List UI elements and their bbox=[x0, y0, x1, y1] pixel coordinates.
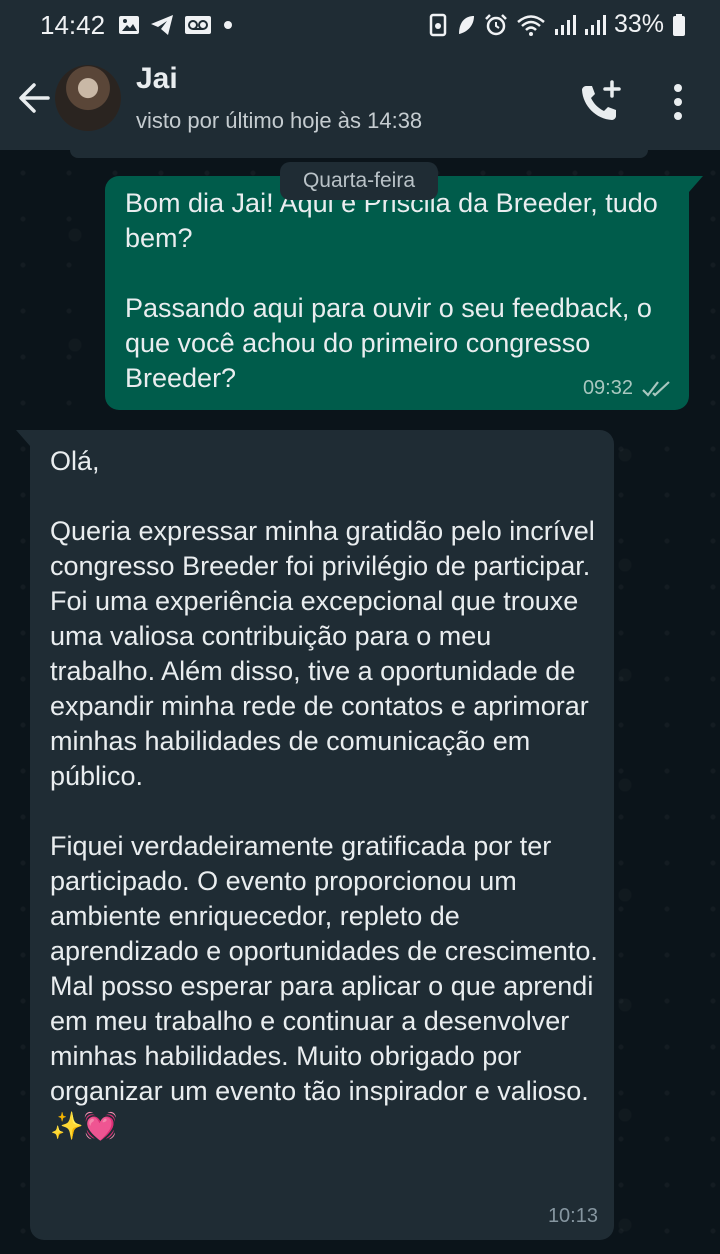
status-right-icons: 33% bbox=[428, 10, 686, 39]
battery-icon bbox=[673, 13, 685, 36]
previous-message-bubble bbox=[70, 150, 648, 158]
status-time: 14:42 bbox=[40, 10, 106, 40]
avatar[interactable] bbox=[55, 65, 121, 131]
voicemail-icon bbox=[185, 16, 211, 34]
status-bar: 14:42 33% bbox=[0, 0, 720, 52]
incoming-message[interactable]: Olá, Queria expressar minha gratidão pel… bbox=[16, 430, 614, 1240]
leaf-icon bbox=[458, 15, 474, 34]
contact-name[interactable]: Jai bbox=[136, 62, 178, 96]
more-vert-icon[interactable] bbox=[664, 78, 692, 126]
chat-area[interactable]: Quarta-feira Bom dia Jai! Aqui é Priscil… bbox=[0, 150, 720, 1254]
telegram-icon bbox=[151, 15, 173, 35]
signal-icon bbox=[584, 14, 606, 35]
incoming-message-time: 10:13 bbox=[547, 1205, 598, 1227]
outgoing-message-time: 09:32 bbox=[582, 377, 633, 399]
wifi-icon bbox=[517, 14, 545, 36]
dot-icon bbox=[224, 21, 232, 29]
incoming-message-text: Olá, Queria expressar minha gratidão pel… bbox=[50, 446, 598, 1141]
chat-header: Jai visto por último hoje às 14:38 bbox=[0, 52, 720, 150]
back-arrow-icon[interactable] bbox=[14, 78, 54, 118]
alarm-icon bbox=[485, 13, 507, 35]
add-call-icon[interactable] bbox=[576, 78, 624, 126]
signal-icon bbox=[554, 14, 576, 35]
outgoing-message-meta: 09:32 bbox=[583, 377, 673, 400]
date-separator: Quarta-feira bbox=[280, 162, 438, 200]
gallery-icon bbox=[119, 16, 139, 34]
data-saver-icon bbox=[429, 13, 447, 36]
last-seen-status[interactable]: visto por último hoje às 14:38 bbox=[136, 108, 422, 134]
outgoing-message-text: Bom dia Jai! Aqui é Priscila da Breeder,… bbox=[125, 188, 658, 393]
status-left-icons bbox=[118, 14, 234, 36]
battery-percentage: 33% bbox=[613, 10, 664, 38]
outgoing-message[interactable]: Bom dia Jai! Aqui é Priscila da Breeder,… bbox=[105, 176, 703, 410]
double-check-icon bbox=[642, 380, 670, 397]
